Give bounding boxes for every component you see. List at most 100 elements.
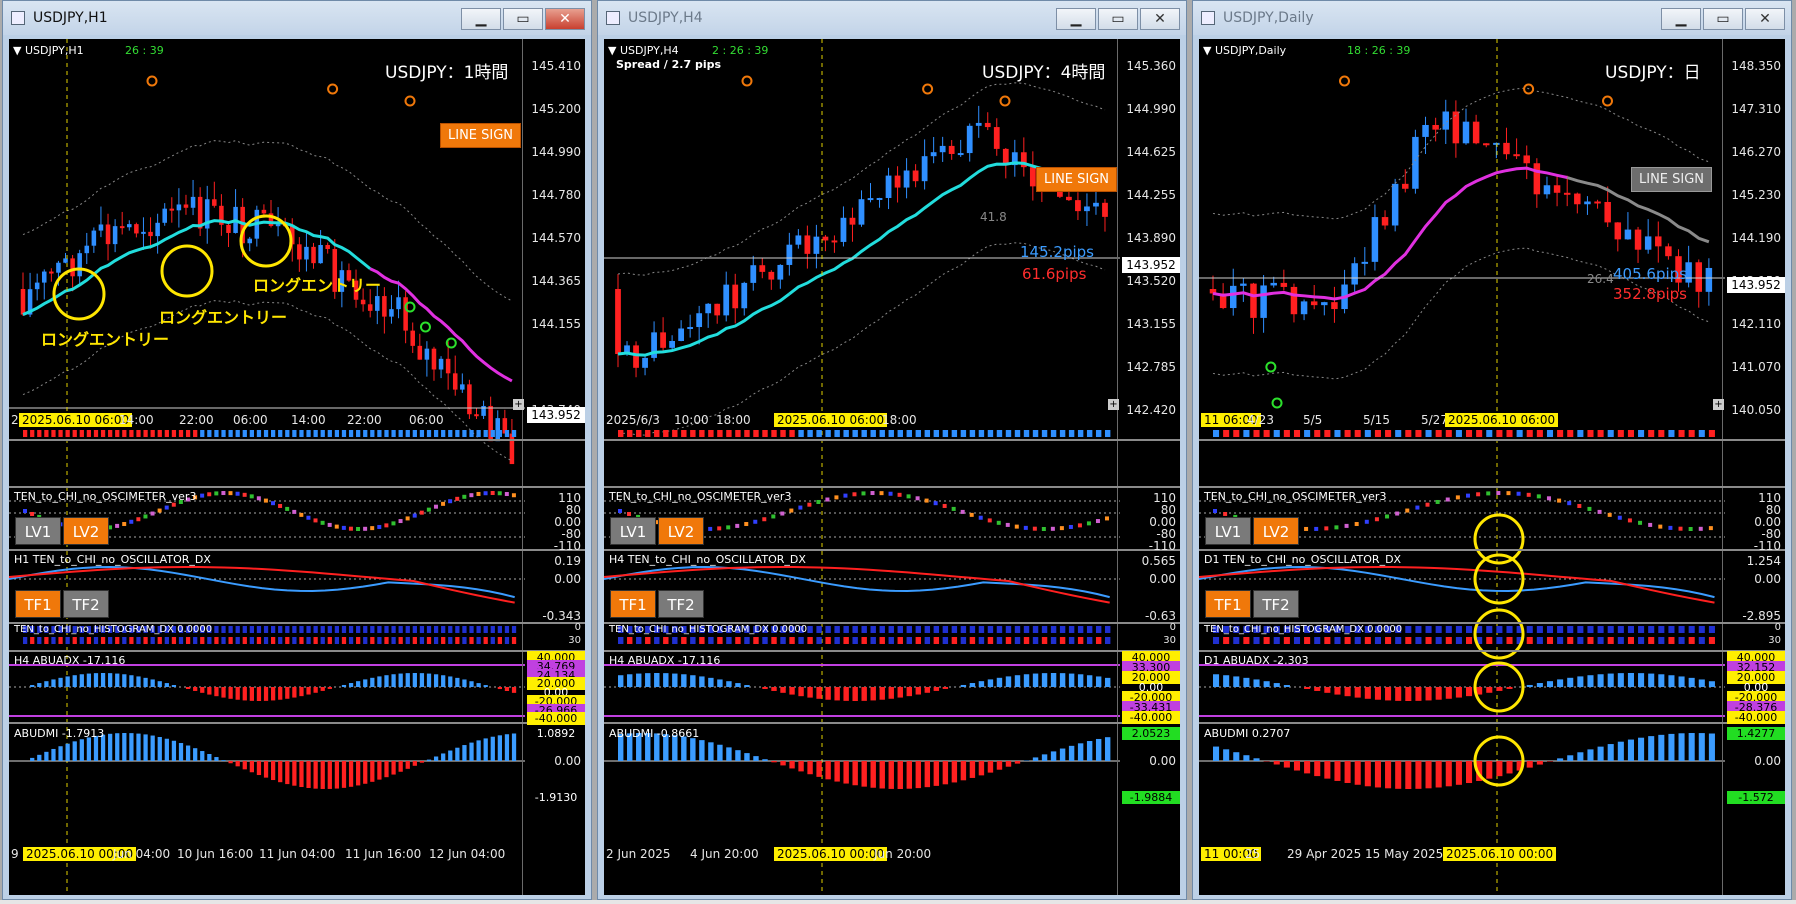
pane-separator[interactable]: [9, 439, 585, 441]
hist-bar: [933, 637, 940, 644]
pane-separator[interactable]: [604, 439, 1180, 441]
adx-bar: [1638, 673, 1645, 687]
chart-window-daily[interactable]: USDJPY,Daily ▁ ▭ ✕ ▼ USDJPY,Daily 18 : 2…: [1192, 0, 1792, 900]
tf2-button[interactable]: TF2: [63, 590, 109, 618]
zoom-icon[interactable]: +: [513, 399, 524, 410]
price-tick: 144.990: [531, 145, 581, 159]
title-bar[interactable]: USDJPY,H4 ▁ ▭ ✕: [598, 1, 1186, 35]
price-tick: 143.155: [1126, 317, 1176, 331]
candle-body: [311, 246, 316, 264]
pane-separator[interactable]: [1199, 486, 1785, 488]
pane-separator[interactable]: [604, 722, 1180, 724]
hist-bar: [897, 626, 903, 633]
dmi-bar: [1536, 761, 1543, 765]
maximize-button[interactable]: ▭: [1703, 8, 1743, 30]
hist-bar: [762, 637, 768, 644]
hist-bar: [150, 637, 155, 644]
close-button[interactable]: ✕: [1140, 8, 1180, 30]
pane-separator[interactable]: [604, 549, 1180, 551]
pane-separator[interactable]: [1199, 439, 1785, 441]
zoom-icon[interactable]: +: [1108, 399, 1119, 410]
candle-body: [1432, 124, 1439, 130]
candle-body: [445, 358, 451, 374]
trend-strip-bar: [1617, 430, 1624, 437]
dmi-bar: [1405, 761, 1412, 789]
chart-canvas[interactable]: ▼ USDJPY,Daily 18 : 26 : 39 USDJPY：日 LIN…: [1199, 39, 1785, 895]
candle-body: [410, 330, 415, 346]
osc-dot: [1395, 511, 1400, 516]
trend-strip-bar: [1086, 430, 1093, 437]
dmi-bar: [1597, 746, 1604, 761]
tf1-button[interactable]: TF1: [610, 590, 656, 618]
adx-level-box: -40.000: [527, 712, 585, 726]
trend-strip-bar: [469, 430, 474, 437]
candle-body: [63, 258, 68, 263]
candle-body: [1553, 185, 1561, 193]
tf1-button[interactable]: TF1: [15, 590, 61, 618]
maximize-button[interactable]: ▭: [1098, 8, 1138, 30]
line-sign-button[interactable]: LINE SIGN: [1036, 167, 1118, 192]
tf2-button[interactable]: TF2: [1253, 590, 1299, 618]
osc-dot: [370, 526, 375, 531]
tf1-button[interactable]: TF1: [1205, 590, 1251, 618]
line-sign-button[interactable]: LINE SIGN: [440, 123, 522, 148]
title-bar[interactable]: USDJPY,Daily ▁ ▭ ✕: [1193, 1, 1791, 35]
dmi-bar: [1658, 734, 1665, 761]
hist-bar: [1445, 626, 1452, 633]
candle-body: [424, 348, 430, 360]
close-button[interactable]: ✕: [545, 8, 585, 30]
sell-signal-marker: [146, 75, 158, 87]
lv1-button[interactable]: LV1: [610, 517, 656, 545]
pane-separator[interactable]: [1199, 549, 1785, 551]
lv2-button[interactable]: LV2: [63, 517, 109, 545]
pane-separator[interactable]: [1199, 650, 1785, 652]
chart-window-h1[interactable]: USDJPY,H1 ▁ ▭ ✕ ▼ USDJPY,H1 26 : 39 USDJ…: [2, 0, 592, 900]
lv2-button[interactable]: LV2: [658, 517, 704, 545]
chart-window-h4[interactable]: USDJPY,H4 ▁ ▭ ✕ ▼ USDJPY,H4 2 : 26 : 39 …: [597, 0, 1187, 900]
pane-separator[interactable]: [1199, 722, 1785, 724]
hist-bar: [1688, 637, 1695, 644]
dmi-bar: [933, 761, 940, 786]
tf2-button[interactable]: TF2: [658, 590, 704, 618]
lv1-button[interactable]: LV1: [1205, 517, 1251, 545]
dmi-bar: [1445, 761, 1452, 787]
candle-body: [1472, 121, 1480, 144]
trend-strip-bar: [951, 430, 958, 437]
osc-dot: [870, 491, 875, 496]
adx-bar: [1314, 687, 1321, 691]
hist-bar: [122, 637, 127, 644]
minimize-button[interactable]: ▁: [461, 8, 501, 30]
adx-bar: [1678, 676, 1685, 687]
pane-separator[interactable]: [9, 722, 585, 724]
line-sign-button[interactable]: LINE SIGN: [1631, 167, 1713, 192]
dmi-bar: [65, 743, 70, 761]
candle-body: [148, 231, 153, 237]
pane-separator[interactable]: [9, 650, 585, 652]
hist-bar: [448, 637, 453, 644]
title-bar[interactable]: USDJPY,H1 ▁ ▭ ✕: [3, 1, 591, 35]
hist-bar: [996, 637, 1003, 644]
minimize-button[interactable]: ▁: [1661, 8, 1701, 30]
indicator-label: H4 ABUADX -17.116: [609, 654, 721, 667]
maximize-button[interactable]: ▭: [503, 8, 543, 30]
pane-separator[interactable]: [604, 486, 1180, 488]
lv2-button[interactable]: LV2: [1253, 517, 1299, 545]
minimize-button[interactable]: ▁: [1056, 8, 1096, 30]
chart-canvas[interactable]: ▼ USDJPY,H4 2 : 26 : 39 Spread / 2.7 pip…: [604, 39, 1180, 895]
pane-separator[interactable]: [9, 486, 585, 488]
trend-strip-bar: [171, 430, 177, 437]
dmi-bar: [1314, 761, 1321, 777]
trend-strip-bar: [157, 430, 162, 437]
dmi-bar: [1364, 761, 1371, 787]
chart-canvas[interactable]: ▼ USDJPY,H1 26 : 39 USDJPY：1時間 LINE SIGN…: [9, 39, 585, 895]
dmi-bar: [915, 761, 922, 789]
hist-bar: [1708, 637, 1715, 644]
zoom-icon[interactable]: +: [1713, 399, 1724, 410]
close-button[interactable]: ✕: [1745, 8, 1785, 30]
trend-strip-bar: [1041, 430, 1048, 437]
pane-separator[interactable]: [604, 650, 1180, 652]
hist-bar: [780, 637, 786, 644]
lv1-button[interactable]: LV1: [15, 517, 61, 545]
pane-separator[interactable]: [9, 549, 585, 551]
dmi-bar: [235, 761, 240, 767]
